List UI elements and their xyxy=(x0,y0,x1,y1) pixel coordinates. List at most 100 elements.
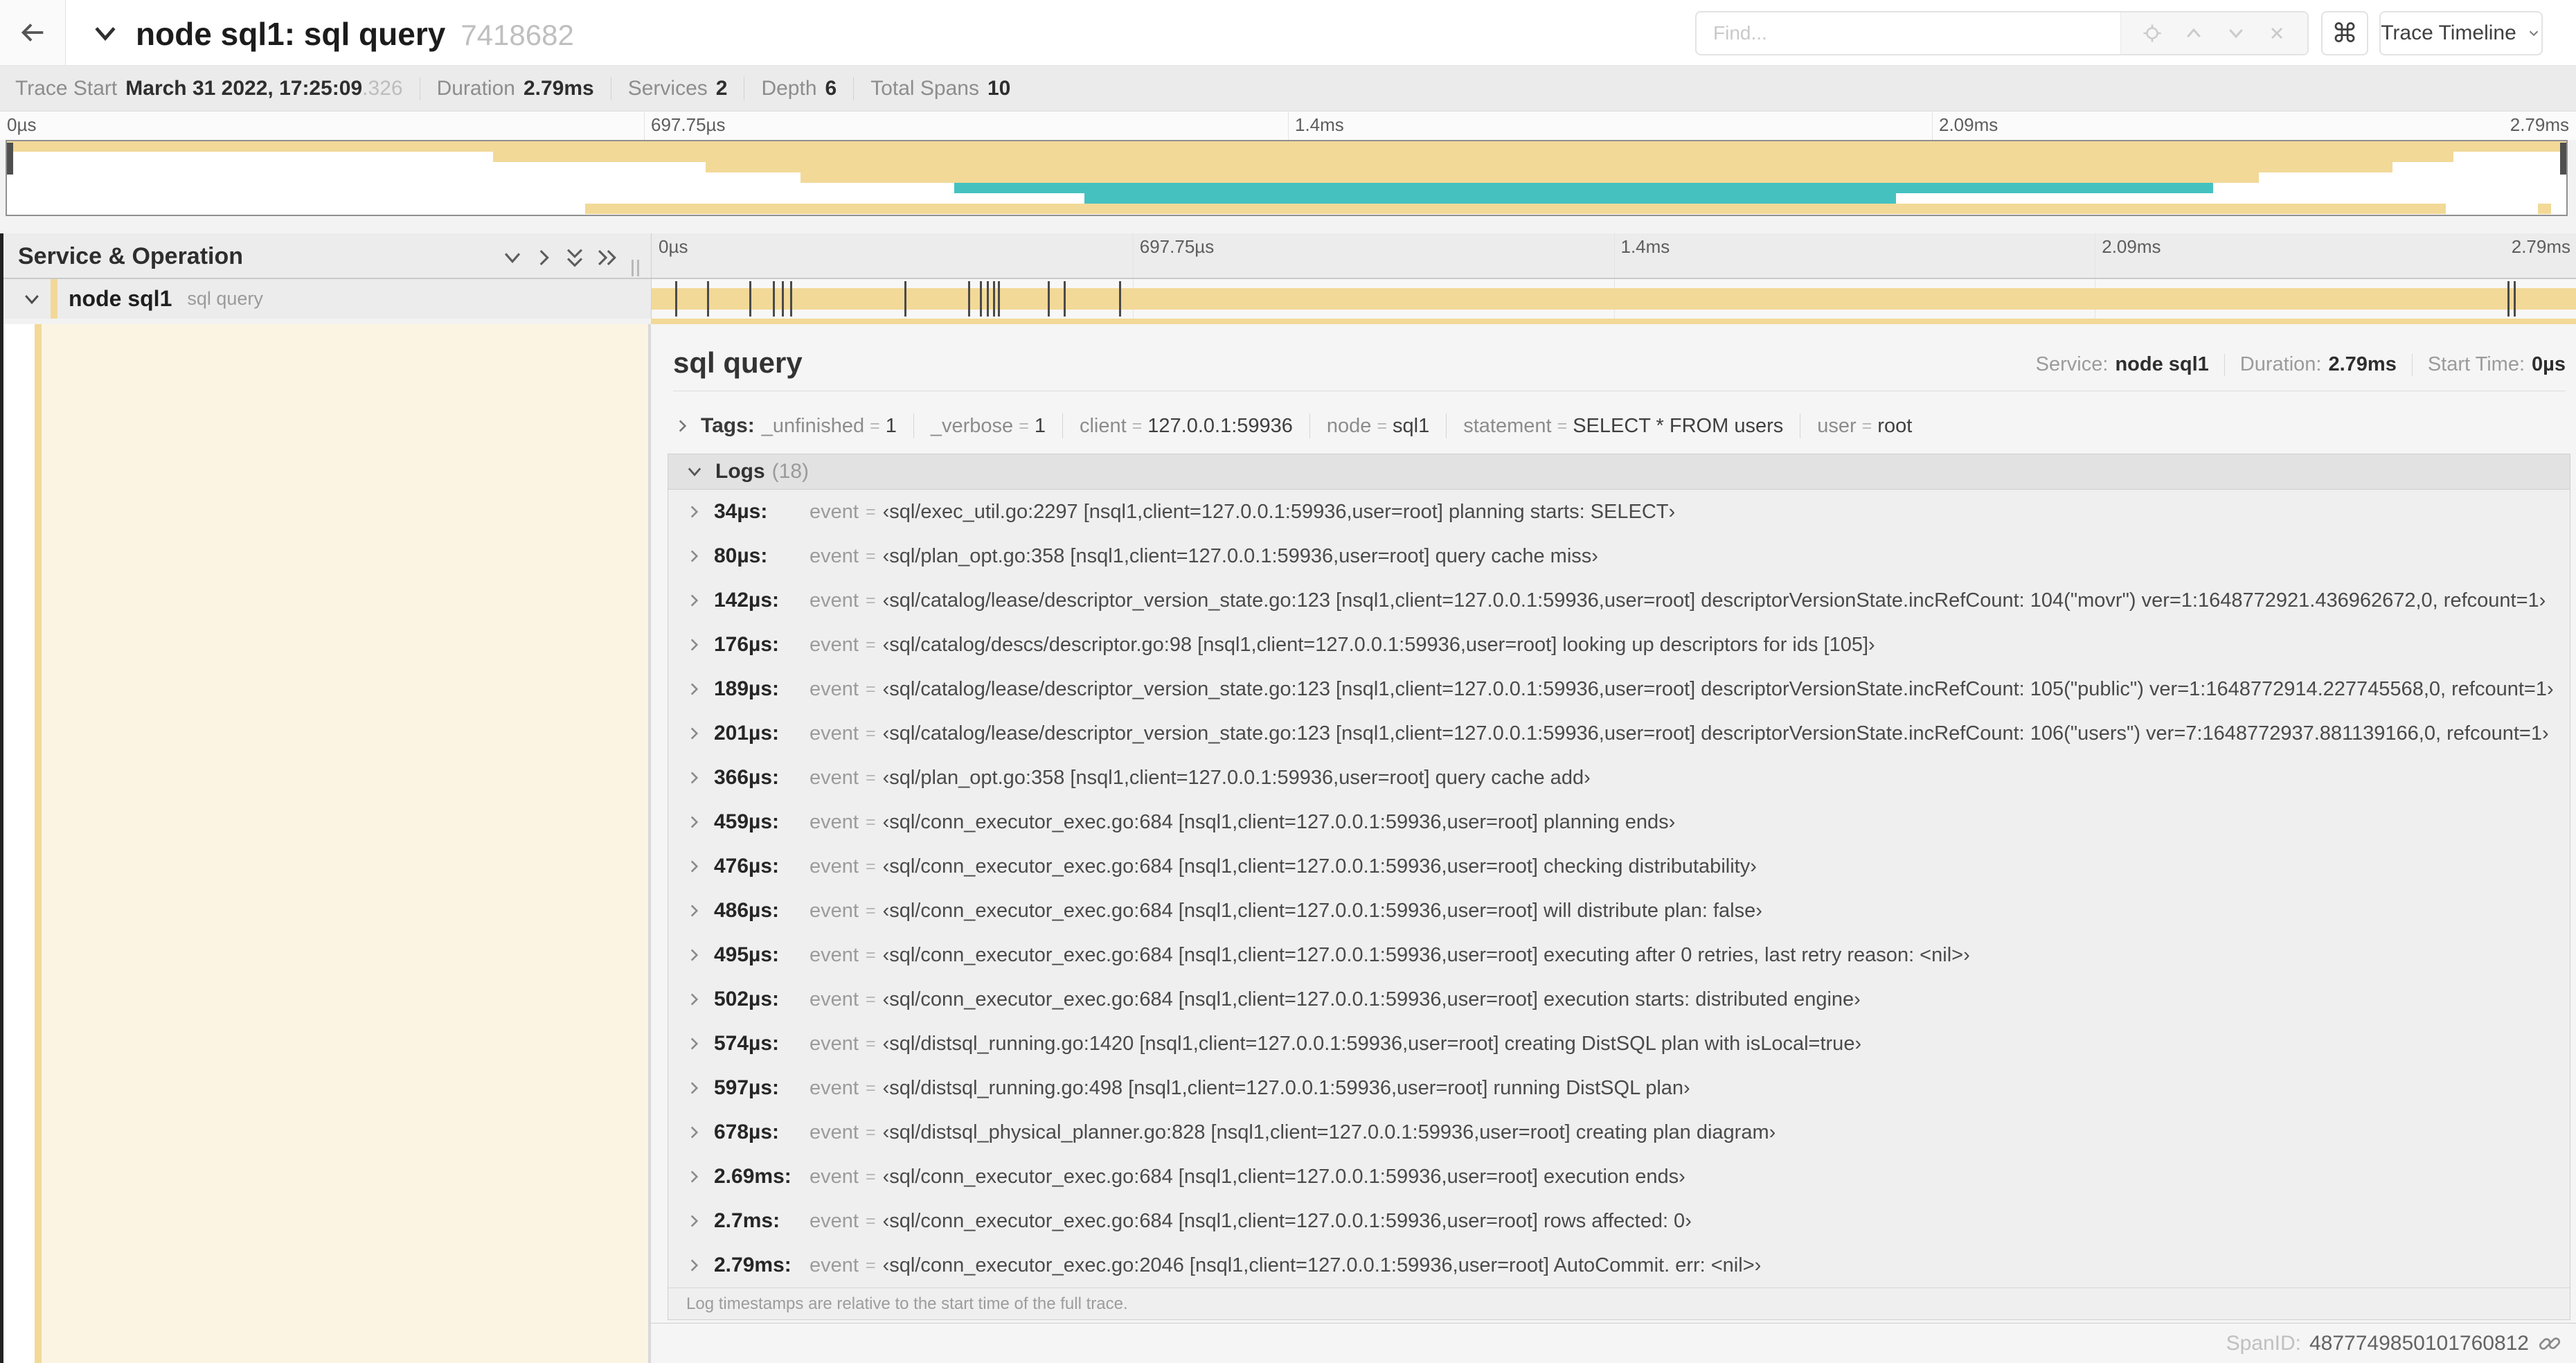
expand-all-button[interactable] xyxy=(594,246,618,269)
log-field-name: event xyxy=(810,589,859,612)
log-marker-tick xyxy=(904,281,906,317)
log-field-value: ‹sql/conn_executor_exec.go:684 [nsql1,cl… xyxy=(882,855,1757,878)
minimap-span-bar xyxy=(800,172,2260,183)
chevron-right-icon xyxy=(685,1256,703,1274)
operation-name: sql query xyxy=(187,288,263,309)
tag-equals: = xyxy=(1557,416,1568,436)
detail-left-gutter xyxy=(3,324,651,1363)
log-marker-tick xyxy=(782,281,785,317)
log-timestamp: 201µs: xyxy=(714,722,780,745)
ruler-gridline xyxy=(644,112,645,140)
log-equals: = xyxy=(865,767,876,787)
log-equals: = xyxy=(865,1122,876,1142)
collapse-span-chevron[interactable] xyxy=(21,289,42,310)
log-entry-row[interactable]: 142µs: event = ‹sql/catalog/lease/descripto… xyxy=(668,578,2570,623)
log-equals: = xyxy=(865,501,876,522)
log-equals: = xyxy=(865,546,876,566)
tags-row[interactable]: Tags: _unfinished = 1 _verbose = 1 client = 127.… xyxy=(673,406,1912,446)
tag-value: 127.0.0.1:59936 xyxy=(1147,414,1293,437)
span-detail-accent-strip xyxy=(651,319,2576,324)
log-entry-row[interactable]: 34µs: event = ‹sql/exec_util.go:2297 [nsql1… xyxy=(668,490,2570,534)
span-row-name-cell[interactable]: node sql1 sql query xyxy=(3,279,651,319)
log-field-name: event xyxy=(810,1076,859,1099)
minimap-right-handle[interactable] xyxy=(2560,143,2566,175)
chevron-right-icon xyxy=(690,1082,699,1094)
logs-accordion: Logs (18) 34µs: event = ‹sql/exec_util.go:2… xyxy=(668,454,2570,1320)
log-entry-row[interactable]: 486µs: event = ‹sql/conn_executor_exec.go:6… xyxy=(668,889,2570,933)
log-field-name: event xyxy=(810,899,859,922)
log-entry-row[interactable]: 459µs: event = ‹sql/conn_executor_exec.go:6… xyxy=(668,800,2570,844)
log-entry-row[interactable]: 495µs: event = ‹sql/conn_executor_exec.go:6… xyxy=(668,933,2570,977)
log-entry-row[interactable]: 502µs: event = ‹sql/conn_executor_exec.go:6… xyxy=(668,977,2570,1022)
minimap-span-bar xyxy=(1084,193,1896,204)
tag-separator xyxy=(1062,413,1063,438)
log-entry-row[interactable]: 678µs: event = ‹sql/distsql_physical_planne… xyxy=(668,1110,2570,1155)
find-next-icon[interactable] xyxy=(2226,23,2246,44)
minimap-span-bar xyxy=(585,204,2447,214)
log-marker-tick xyxy=(997,281,1000,317)
log-entry-row[interactable]: 2.7ms: event = ‹sql/conn_executor_exec.go:6… xyxy=(668,1199,2570,1243)
log-equals: = xyxy=(865,634,876,654)
link-icon[interactable] xyxy=(2537,1331,2562,1356)
log-equals: = xyxy=(865,1211,876,1231)
spanid-label: SpanID: xyxy=(2226,1331,2301,1355)
log-field-value: ‹sql/distsql_running.go:498 [nsql1,clien… xyxy=(882,1076,1690,1099)
collapse-all-button[interactable] xyxy=(563,246,587,269)
minimap-canvas[interactable] xyxy=(6,140,2568,216)
summary-value: 2.79ms xyxy=(523,76,594,100)
log-equals: = xyxy=(865,812,876,832)
trace-view-dropdown[interactable]: Trace Timeline xyxy=(2379,11,2543,55)
chevron-down-icon xyxy=(95,27,116,41)
log-field-value: ‹sql/conn_executor_exec.go:684 [nsql1,cl… xyxy=(882,943,1970,966)
back-button[interactable] xyxy=(0,0,66,65)
log-timestamp: 34µs: xyxy=(714,500,768,523)
collapse-one-button[interactable] xyxy=(501,246,524,269)
log-timestamp: 502µs: xyxy=(714,988,780,1010)
service-color-stripe xyxy=(51,279,57,319)
span-detail-title: sql query xyxy=(673,346,803,379)
find-input[interactable] xyxy=(1697,12,2120,54)
find-clear-icon[interactable] xyxy=(2267,24,2287,43)
chevron-right-icon xyxy=(685,547,703,565)
log-timestamp: 495µs: xyxy=(714,943,780,966)
log-entry-row[interactable]: 2.79ms: event = ‹sql/conn_executor_exec.go:… xyxy=(668,1243,2570,1288)
span-track[interactable] xyxy=(651,279,2576,319)
log-field-name: event xyxy=(810,722,859,745)
log-entry-row[interactable]: 2.69ms: event = ‹sql/conn_executor_exec.go:… xyxy=(668,1155,2570,1199)
log-entry-row[interactable]: 80µs: event = ‹sql/plan_opt.go:358 [nsql1,c… xyxy=(668,534,2570,578)
chevron-right-icon xyxy=(685,591,703,609)
log-entry-row[interactable]: 201µs: event = ‹sql/catalog/lease/descripto… xyxy=(668,711,2570,756)
find-group xyxy=(1695,11,2309,55)
log-equals: = xyxy=(865,1078,876,1098)
log-equals: = xyxy=(865,945,876,965)
log-marker-tick xyxy=(1063,281,1066,317)
log-entry-row[interactable]: 574µs: event = ‹sql/distsql_running.go:1420… xyxy=(668,1022,2570,1066)
tag-equals: = xyxy=(1377,416,1388,436)
log-marker-tick xyxy=(2514,281,2516,317)
column-resize-handle[interactable] xyxy=(632,260,639,276)
find-prev-icon[interactable] xyxy=(2183,23,2204,44)
keyboard-shortcuts-button[interactable]: ⌘ xyxy=(2321,11,2368,55)
trace-summary-bar: Trace Start March 31 2022, 17:25:09.326 Du… xyxy=(0,66,2576,112)
log-entry-row[interactable]: 189µs: event = ‹sql/catalog/lease/descripto… xyxy=(668,667,2570,711)
chevron-right-icon xyxy=(685,902,703,920)
log-marker-tick xyxy=(2507,281,2510,317)
logs-header[interactable]: Logs (18) xyxy=(668,454,2570,490)
chevron-down-icon xyxy=(685,462,704,481)
expand-one-button[interactable] xyxy=(532,246,555,269)
logs-footer-note: Log timestamps are relative to the start… xyxy=(668,1288,2570,1319)
span-duration-bar[interactable] xyxy=(652,288,2576,310)
collapse-trace-chevron[interactable] xyxy=(90,18,120,48)
minimap-left-handle[interactable] xyxy=(7,143,13,175)
tag-key: client xyxy=(1079,414,1127,437)
log-entry-row[interactable]: 597µs: event = ‹sql/distsql_running.go:498 … xyxy=(668,1066,2570,1110)
chevron-right-icon xyxy=(673,417,691,435)
locate-icon[interactable] xyxy=(2142,23,2163,44)
chevron-right-icon xyxy=(685,1212,703,1230)
log-entry-row[interactable]: 476µs: event = ‹sql/conn_executor_exec.go:6… xyxy=(668,844,2570,889)
log-marker-tick xyxy=(674,281,677,317)
summary-label: Depth xyxy=(761,76,817,100)
log-entry-row[interactable]: 366µs: event = ‹sql/plan_opt.go:358 [nsql1,… xyxy=(668,756,2570,800)
log-entry-row[interactable]: 176µs: event = ‹sql/catalog/descs/descripto… xyxy=(668,623,2570,667)
span-detail-panel: sql query Service: node sql1 Duration: 2.79… xyxy=(651,324,2576,1363)
